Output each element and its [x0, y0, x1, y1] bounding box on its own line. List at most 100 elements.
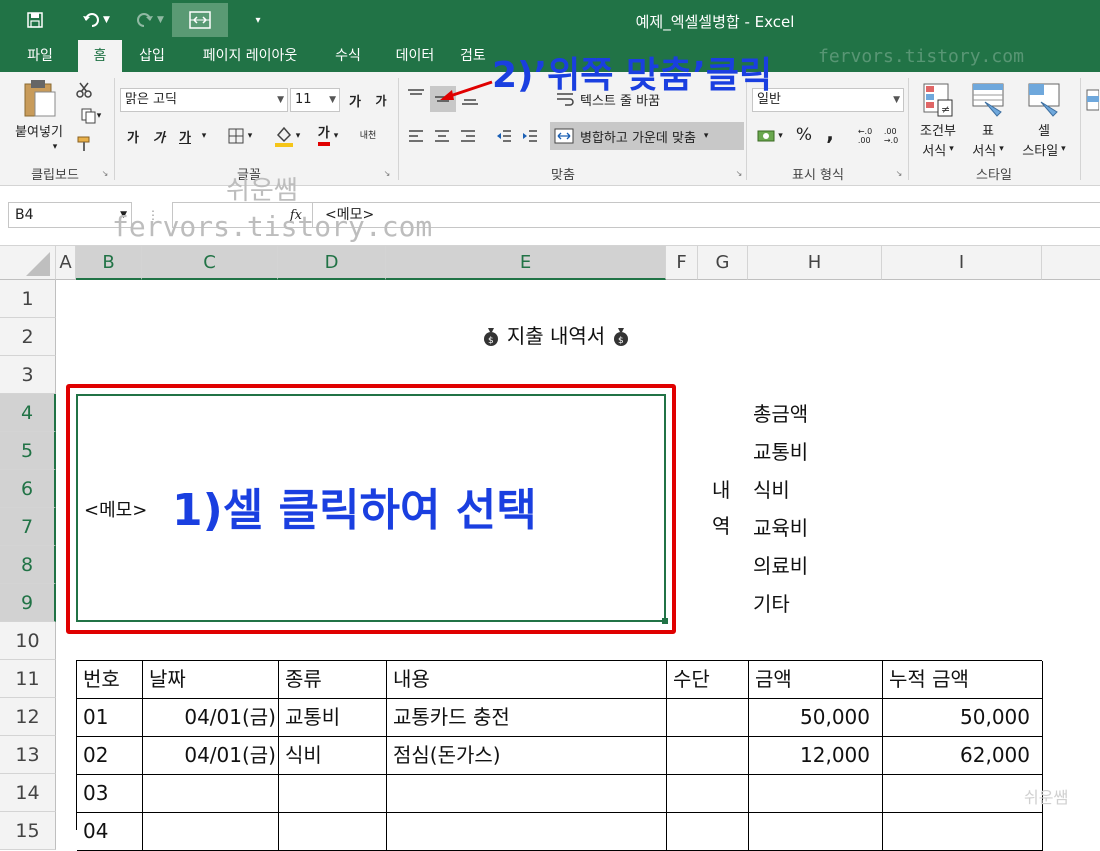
merge-center-button[interactable]: 병합하고 가운데 맞춤 ▾ [550, 122, 744, 150]
row-header-3[interactable]: 3 [0, 356, 56, 394]
format-as-table-icon[interactable] [968, 80, 1008, 120]
table-header-cell[interactable]: 누적 금액 [883, 661, 1043, 699]
percent-style-button[interactable]: % [794, 124, 814, 146]
row-header-2[interactable]: 2 [0, 318, 56, 356]
align-center-icon[interactable] [430, 126, 454, 146]
table-cell[interactable] [387, 775, 667, 813]
accounting-format-icon[interactable]: ▾ [752, 126, 788, 146]
font-launcher-icon[interactable]: ↘ [382, 168, 392, 178]
table-cell[interactable] [667, 699, 749, 737]
column-header-i[interactable]: I [882, 246, 1042, 280]
row-header-12[interactable]: 12 [0, 698, 56, 736]
tab-insert[interactable]: 삽입 [130, 40, 174, 72]
format-as-table-label2[interactable]: 서식 ▾ [962, 140, 1014, 159]
column-header-g[interactable]: G [698, 246, 748, 280]
column-header-b[interactable]: B [76, 246, 142, 280]
table-cell[interactable] [749, 813, 883, 851]
copy-icon[interactable]: ▾ [74, 106, 108, 126]
align-right-icon[interactable] [456, 126, 480, 146]
fill-color-icon[interactable]: ▾ [268, 124, 306, 148]
table-header-cell[interactable]: 종류 [279, 661, 387, 699]
table-cell[interactable] [667, 775, 749, 813]
column-header-f[interactable]: F [666, 246, 698, 280]
table-cell[interactable]: 62,000 [883, 737, 1043, 775]
table-cell[interactable] [143, 813, 279, 851]
top-align-icon[interactable] [404, 84, 428, 106]
increase-indent-icon[interactable] [518, 126, 542, 146]
table-cell[interactable] [387, 813, 667, 851]
table-cell[interactable]: 04/01(금) [143, 699, 279, 737]
row-header-4[interactable]: 4 [0, 394, 56, 432]
table-cell[interactable]: 교통비 [279, 699, 387, 737]
phonetic-guide-button[interactable]: 내천 [356, 124, 380, 148]
table-cell[interactable]: 50,000 [883, 699, 1043, 737]
table-cell[interactable] [279, 813, 387, 851]
alignment-launcher-icon[interactable]: ↘ [734, 168, 744, 178]
tab-page-layout[interactable]: 페이지 레이아웃 [188, 40, 312, 72]
decrease-decimal-icon[interactable]: .00 →.0 [880, 124, 902, 148]
borders-icon[interactable]: ▾ [222, 126, 258, 146]
table-header-cell[interactable]: 날짜 [143, 661, 279, 699]
table-cell[interactable]: 02 [77, 737, 143, 775]
row-header-6[interactable]: 6 [0, 470, 56, 508]
paste-button[interactable]: 붙여넣기 [6, 120, 72, 140]
paste-dropdown-icon[interactable]: ▾ [48, 140, 62, 154]
row-header-14[interactable]: 14 [0, 774, 56, 812]
tab-review[interactable]: 검토 [460, 40, 490, 72]
table-cell[interactable]: 식비 [279, 737, 387, 775]
column-header-h[interactable]: H [748, 246, 882, 280]
row-header-10[interactable]: 10 [0, 622, 56, 660]
conditional-formatting-icon[interactable]: ≠ [918, 80, 958, 120]
table-cell[interactable]: 03 [77, 775, 143, 813]
row-header-8[interactable]: 8 [0, 546, 56, 584]
italic-button[interactable]: 가 [150, 126, 168, 146]
underline-button[interactable]: 가 [176, 126, 194, 146]
table-cell[interactable]: 점심(돈가스) [387, 737, 667, 775]
table-cell[interactable] [143, 775, 279, 813]
tab-home[interactable]: 홈 [78, 40, 122, 72]
table-header-cell[interactable]: 내용 [387, 661, 667, 699]
row-header-15[interactable]: 15 [0, 812, 56, 850]
fill-handle[interactable] [662, 618, 668, 624]
table-header-cell[interactable]: 수단 [667, 661, 749, 699]
table-cell[interactable] [279, 775, 387, 813]
select-all-corner[interactable] [0, 246, 56, 280]
align-left-icon[interactable] [404, 126, 428, 146]
tab-formulas[interactable]: 수식 [326, 40, 370, 72]
table-cell[interactable]: 교통카드 충전 [387, 699, 667, 737]
table-cell[interactable] [749, 775, 883, 813]
cut-icon[interactable] [74, 80, 94, 100]
decrease-indent-icon[interactable] [492, 126, 516, 146]
table-cell[interactable] [883, 813, 1043, 851]
tab-file[interactable]: 파일 [12, 40, 68, 72]
cell-styles-label1[interactable]: 셀 [1024, 120, 1064, 139]
row-header-1[interactable]: 1 [0, 280, 56, 318]
grow-font-button[interactable]: 가 [346, 90, 364, 110]
table-cell[interactable]: 50,000 [749, 699, 883, 737]
table-header-cell[interactable]: 번호 [77, 661, 143, 699]
row-header-13[interactable]: 13 [0, 736, 56, 774]
table-cell[interactable] [667, 813, 749, 851]
font-color-button[interactable]: 가 ▾ [310, 124, 346, 148]
row-header-5[interactable]: 5 [0, 432, 56, 470]
conditional-formatting-label1[interactable]: 조건부 [908, 120, 968, 139]
column-header-a[interactable]: A [56, 246, 76, 280]
table-cell[interactable]: 04 [77, 813, 143, 851]
number-format-select[interactable]: 일반 ▼ [752, 88, 904, 112]
table-cell[interactable]: 04/01(금) [143, 737, 279, 775]
number-launcher-icon[interactable]: ↘ [894, 168, 904, 178]
bold-button[interactable]: 가 [124, 126, 142, 146]
conditional-formatting-label2[interactable]: 서식 ▾ [908, 140, 968, 159]
comma-style-button[interactable]: , [822, 121, 838, 145]
table-header-cell[interactable]: 금액 [749, 661, 883, 699]
table-cell[interactable]: 01 [77, 699, 143, 737]
tab-data[interactable]: 데이터 [386, 40, 444, 72]
cell-styles-label2[interactable]: 스타일 ▾ [1012, 140, 1076, 159]
insert-cells-icon[interactable] [1084, 86, 1100, 116]
shrink-font-button[interactable]: 가 [372, 90, 390, 110]
column-header-e[interactable]: E [386, 246, 666, 280]
font-name-select[interactable]: 맑은 고딕 ▼ [120, 88, 288, 112]
row-header-11[interactable]: 11 [0, 660, 56, 698]
column-header-d[interactable]: D [278, 246, 386, 280]
paste-icon[interactable] [12, 78, 66, 118]
